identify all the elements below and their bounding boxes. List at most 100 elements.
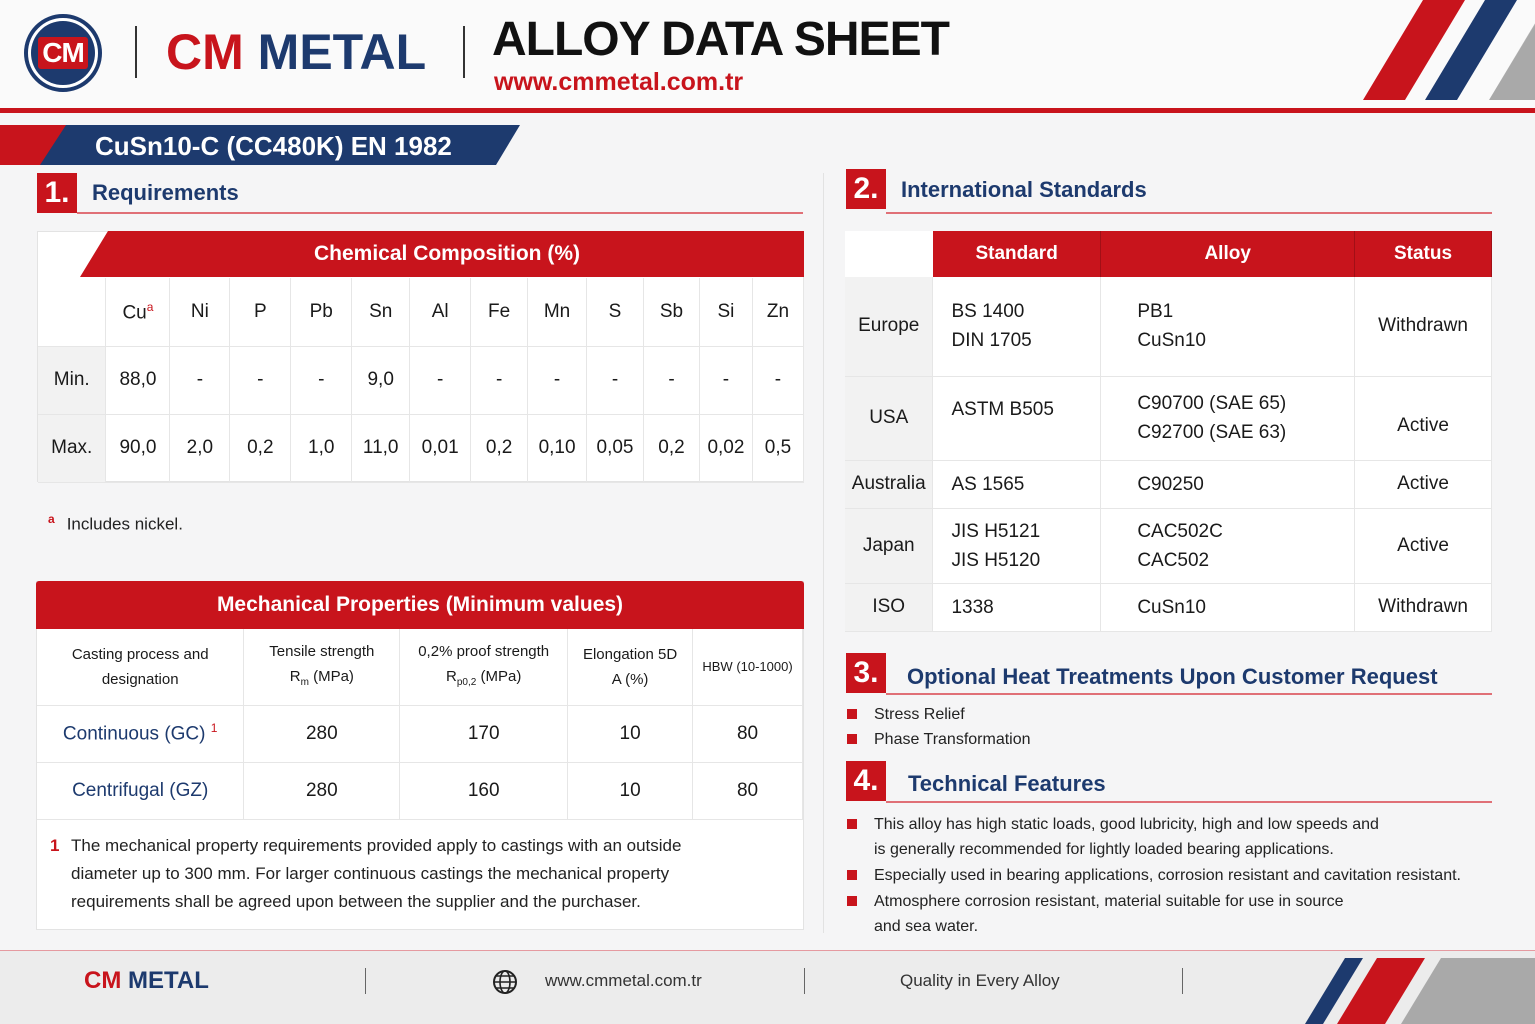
mechanical-header-row: Casting process and designation Tensile s… [37, 629, 803, 706]
mech-header-hbw: HBW (10-1000) [692, 629, 803, 706]
value-cell: 90,0 [105, 414, 171, 483]
value-cell: - [169, 346, 231, 415]
header-divider [135, 26, 137, 78]
process-name: Centrifugal (GZ) [37, 762, 245, 820]
element-cell: S [586, 278, 644, 347]
element-cell: Sn [351, 278, 411, 347]
value-cell: 0,5 [752, 414, 805, 483]
cu-footnote-marker: a [146, 299, 154, 314]
mechanical-table-wrap: Casting process and designation Tensile s… [37, 629, 803, 820]
section-4-rule [886, 801, 1492, 803]
standard-cell: BS 1400 DIN 1705 [932, 277, 1102, 377]
footer-brand: CM METAL [84, 967, 209, 995]
alloy-cell: C90700 (SAE 65) C92700 (SAE 63) [1100, 376, 1356, 461]
value-cell: 170 [399, 705, 569, 763]
value-cell: 0,2 [470, 414, 529, 483]
value-cell: 160 [399, 762, 569, 820]
list-item: This alloy has high static loads, good l… [845, 812, 1505, 862]
footer-divider [804, 968, 805, 994]
mech-header-proof: 0,2% proof strength Rp0,2 (MPa) [399, 629, 569, 706]
footnote-marker-a: a [48, 512, 55, 526]
value-cell: 2,0 [169, 414, 231, 483]
region-cell: Japan [845, 508, 934, 584]
standards-table-wrap: Standard Alloy Status Europe BS 1400 DIN … [845, 231, 1492, 632]
logo-inner: CM [31, 21, 95, 85]
brand-name: CM METAL [166, 24, 426, 80]
footer-tagline: Quality in Every Alloy [900, 971, 1060, 990]
value-cell: - [527, 346, 588, 415]
value-cell: 88,0 [105, 346, 171, 415]
mechanical-note: 1 The mechanical property requirements p… [48, 832, 748, 916]
element-cell: Ni [169, 278, 231, 347]
footer-brand-cm: CM [84, 967, 122, 994]
value-cell: 0,02 [699, 414, 753, 483]
chemical-table: Cua Ni P Pb Sn Al Fe Mn S Sb Si Zn Min. … [38, 278, 805, 483]
status-cell: Active [1354, 460, 1492, 509]
status-cell: Withdrawn [1354, 277, 1492, 377]
element-cell: Sb [643, 278, 700, 347]
list-item: Phase Transformation [845, 727, 1031, 752]
header-stripes [1363, 0, 1535, 100]
value-cell: 0,10 [527, 414, 588, 483]
process-name: Continuous (GC) 1 [37, 705, 245, 763]
element-cell: Cua [105, 278, 171, 347]
chemical-corner [38, 278, 107, 347]
region-cell: Australia [845, 460, 934, 509]
standards-table: Standard Alloy Status Europe BS 1400 DIN … [845, 231, 1492, 632]
element-cell: Si [699, 278, 753, 347]
alloy-designation: CuSn10-C (CC480K) EN 1982 [95, 131, 452, 161]
list-item: Especially used in bearing applications,… [845, 863, 1505, 888]
value-cell: 80 [692, 705, 803, 763]
standards-header-alloy: Alloy [1100, 231, 1356, 277]
chemical-footnote: a Includes nickel. [48, 512, 183, 534]
value-cell: - [470, 346, 529, 415]
standards-header-row: Standard Alloy Status [845, 231, 1492, 277]
section-4-number: 4. [846, 761, 886, 801]
brand-cm: CM [166, 24, 244, 80]
chemical-element-row: Cua Ni P Pb Sn Al Fe Mn S Sb Si Zn [38, 278, 805, 347]
section-1-rule [77, 212, 803, 214]
footer-stripes [1305, 958, 1535, 1024]
technical-features-list: This alloy has high static loads, good l… [845, 812, 1505, 939]
value-cell: 0,2 [643, 414, 700, 483]
mech-header-process: Casting process and designation [37, 629, 245, 706]
element-cell: Zn [752, 278, 805, 347]
list-item: Atmosphere corrosion resistant, material… [845, 889, 1505, 939]
standards-row-japan: Japan JIS H5121 JIS H5120 CAC502C CAC502 A… [845, 508, 1492, 584]
footer-divider [365, 968, 366, 994]
standards-row-iso: ISO 1338 CuSn10 Withdrawn [845, 583, 1492, 632]
header-url[interactable]: www.cmmetal.com.tr [494, 68, 743, 97]
brand-metal: METAL [257, 24, 427, 80]
value-cell: 10 [567, 762, 694, 820]
value-cell: - [409, 346, 472, 415]
section-2-rule [886, 212, 1492, 214]
value-cell: 0,05 [586, 414, 644, 483]
value-cell: - [699, 346, 753, 415]
footer-url[interactable]: www.cmmetal.com.tr [545, 971, 702, 991]
standard-cell: ASTM B505 [932, 376, 1102, 461]
value-cell: 280 [243, 705, 401, 763]
mechanical-table: Casting process and designation Tensile s… [37, 629, 803, 820]
chemical-max-row: Max. 90,0 2,0 0,2 1,0 11,0 0,01 0,2 0,10… [38, 414, 805, 483]
value-cell: 1,0 [290, 414, 353, 483]
mechanical-row-gc: Continuous (GC) 1 280 170 10 80 [37, 705, 803, 763]
section-3-number: 3. [846, 653, 886, 693]
value-cell: - [752, 346, 805, 415]
section-2-number: 2. [846, 169, 886, 209]
value-cell: - [643, 346, 700, 415]
value-cell: - [229, 346, 292, 415]
mech-header-elongation: Elongation 5D A (%) [567, 629, 694, 706]
value-cell: 11,0 [351, 414, 411, 483]
value-cell: 10 [567, 705, 694, 763]
region-cell: USA [845, 376, 934, 461]
mechanical-row-gz: Centrifugal (GZ) 280 160 10 80 [37, 762, 803, 820]
mechanical-title: Mechanical Properties (Minimum values) [36, 581, 804, 629]
alloy-cell: PB1 CuSn10 [1100, 277, 1356, 377]
standard-cell: AS 1565 [932, 460, 1102, 509]
chemical-table-wrap: Cua Ni P Pb Sn Al Fe Mn S Sb Si Zn Min. … [38, 278, 805, 483]
standards-row-australia: Australia AS 1565 C90250 Active [845, 460, 1492, 509]
element-cell: Al [409, 278, 472, 347]
status-cell: Withdrawn [1354, 583, 1492, 632]
standards-row-usa: USA ASTM B505 C90700 (SAE 65) C92700 (SAE… [845, 376, 1492, 461]
section-1-title: Requirements [92, 180, 239, 205]
